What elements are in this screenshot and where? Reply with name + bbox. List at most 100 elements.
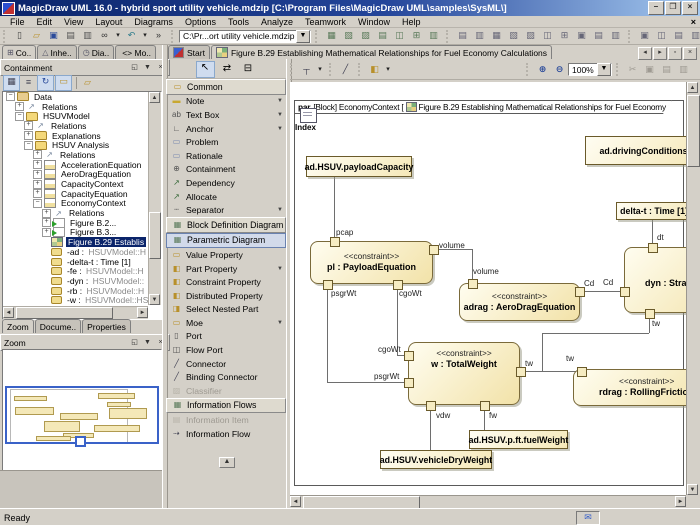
connector-segment[interactable] xyxy=(327,382,404,383)
palette-item-anchor[interactable]: ∟Anchor▼ xyxy=(166,122,286,136)
palette-item-connector[interactable]: ╱Connector xyxy=(166,357,286,371)
toolbar-icon[interactable]: ▤ xyxy=(591,29,606,43)
port-psgrwt-w[interactable] xyxy=(404,378,414,388)
node-driving-conditions[interactable]: ad.drivingConditions xyxy=(585,136,686,165)
refresh-icon[interactable]: ↻ xyxy=(37,75,54,91)
document-tab-figure-b29[interactable]: Figure B.29 Establishing Mathematical Re… xyxy=(211,45,552,59)
close-tab-icon[interactable]: × xyxy=(683,47,697,60)
open-specification-icon[interactable]: ▱ xyxy=(80,76,95,90)
select-cursor-icon[interactable]: ↖ xyxy=(196,61,215,78)
toolbar-icon[interactable]: ▣ xyxy=(574,29,589,43)
diagram-canvas[interactable]: par [Block] EconomyContext [ Figure B.29… xyxy=(290,82,686,495)
connector-segment[interactable] xyxy=(542,333,543,371)
toolbar-icon[interactable]: ▨ xyxy=(358,29,373,43)
lock-tool-icon[interactable]: ⊟ xyxy=(240,62,257,77)
dropdown-icon[interactable]: ▾ xyxy=(114,29,122,43)
menu-help[interactable]: Help xyxy=(396,17,427,27)
port-tw-rdrag[interactable] xyxy=(577,367,587,377)
message-icon[interactable]: ✉ xyxy=(576,511,600,525)
tree-item[interactable]: +↗Relations xyxy=(3,208,161,218)
connector-segment[interactable] xyxy=(649,317,650,333)
tree-toggle-icon[interactable]: + xyxy=(24,131,33,140)
port-dt-dyn[interactable] xyxy=(648,243,658,253)
tree-item[interactable]: Figure B.29 Establis xyxy=(3,237,161,247)
constraint-rdrag[interactable]: <<constraint>>rdrag : RollingFrictionEqu xyxy=(573,369,686,406)
palette-item-parametric-diagram[interactable]: ▦Parametric Diagram xyxy=(166,233,286,249)
pin-panel-icon[interactable]: ▼ xyxy=(142,63,153,73)
tree-toggle-icon[interactable]: + xyxy=(33,160,42,169)
palette-item-binding-connector[interactable]: ╱Binding Connector xyxy=(166,370,286,384)
palette-item-common[interactable]: ▭Common xyxy=(166,79,286,95)
sidebar-tab-dia[interactable]: ◷Dia.. xyxy=(78,45,114,59)
toolbar-icon[interactable]: ▨ xyxy=(523,29,538,43)
cut-icon[interactable]: ✂ xyxy=(625,63,640,77)
overflow-icon[interactable]: » xyxy=(151,29,166,43)
title-bar[interactable]: MagicDraw UML 16.0 - hybrid sport utilit… xyxy=(0,0,700,16)
tree-item[interactable]: −EconomyContext xyxy=(3,199,161,209)
palette-item-containment[interactable]: ⊕Containment xyxy=(166,163,286,177)
toolbar-icon[interactable]: ⊞ xyxy=(557,29,572,43)
expand-arrow-icon[interactable]: ▼ xyxy=(277,266,283,272)
new-file-icon[interactable]: ▯ xyxy=(12,29,27,43)
swap-tool-icon[interactable]: ⇄ xyxy=(219,62,236,77)
toolbar-icon[interactable]: ▧ xyxy=(506,29,521,43)
sidebar-tab-co[interactable]: ⊞Co.. xyxy=(2,45,36,59)
tree-item[interactable]: +Explanations xyxy=(3,131,161,141)
tree-toggle-icon[interactable]: + xyxy=(42,209,51,218)
port-vdw-w[interactable] xyxy=(426,401,436,411)
expand-arrow-icon[interactable]: ▼ xyxy=(277,320,283,326)
menu-teamwork[interactable]: Teamwork xyxy=(299,17,352,27)
canvas-vertical-scrollbar[interactable]: ▲ ▼ xyxy=(686,82,700,495)
tree-item[interactable]: +CapacityEquation xyxy=(3,189,161,199)
zoom-level-combo[interactable]: 100%▼ xyxy=(568,63,612,76)
minimap-viewport-handle[interactable] xyxy=(75,436,86,447)
palette-item-information-flow[interactable]: ⇢Information Flow xyxy=(166,427,286,441)
menu-edit[interactable]: Edit xyxy=(31,17,59,27)
toolbar-icon[interactable]: ▤ xyxy=(455,29,470,43)
tree-toggle-icon[interactable]: + xyxy=(42,218,51,227)
toolbar-icon[interactable]: ▥ xyxy=(688,29,700,43)
constraint-dyn[interactable]: <<dyn : Straightl xyxy=(624,247,686,313)
palette-item-part-property[interactable]: ◧Part Property▼ xyxy=(166,262,286,276)
expand-arrow-icon[interactable]: ▼ xyxy=(277,207,283,213)
expand-arrow-icon[interactable]: ▼ xyxy=(277,112,283,118)
toolbar-icon[interactable]: ▥ xyxy=(472,29,487,43)
combo-dropdown-icon[interactable]: ▼ xyxy=(296,30,310,43)
node-payload-capacity[interactable]: ad.HSUV.payloadCapacity xyxy=(306,156,412,177)
index-icon[interactable] xyxy=(300,108,317,123)
tree-toggle-icon[interactable]: + xyxy=(33,170,42,179)
tree-toggle-icon[interactable]: + xyxy=(15,102,24,111)
tree-item[interactable]: +↗Relations xyxy=(3,150,161,160)
port-cgowt-pl[interactable] xyxy=(393,280,403,290)
palette-item-text-box[interactable]: abText Box▼ xyxy=(166,108,286,122)
zoom-minimap[interactable] xyxy=(2,349,162,471)
document-tab-start[interactable]: Start xyxy=(168,45,210,59)
menu-tools[interactable]: Tools xyxy=(222,17,255,27)
tree-item[interactable]: +AccelerationEquation xyxy=(3,160,161,170)
connector-segment[interactable] xyxy=(397,355,404,356)
restore-button[interactable]: ❐ xyxy=(665,1,681,15)
zoom-in-icon[interactable]: ⊕ xyxy=(535,63,550,77)
palette-item-port[interactable]: ▯Port xyxy=(166,330,286,344)
canvas-horizontal-scrollbar[interactable]: ◄ ► xyxy=(290,495,686,509)
sidebar-tab-mo[interactable]: <> Mo.. xyxy=(115,45,156,59)
pin-panel-icon[interactable]: ▼ xyxy=(142,338,153,348)
toolbar-icon[interactable]: ▤ xyxy=(671,29,686,43)
connector-line-icon[interactable]: ╱ xyxy=(338,63,353,77)
palette-item-allocate[interactable]: ↗Allocate xyxy=(166,190,286,204)
menu-layout[interactable]: Layout xyxy=(89,17,128,27)
tree-item[interactable]: -ad : HSUVModel::H xyxy=(3,247,161,257)
paste-icon[interactable]: ▤ xyxy=(659,63,674,77)
toolbar-icon[interactable]: ▦ xyxy=(324,29,339,43)
port-cd-dyn[interactable] xyxy=(620,287,630,297)
tree-toggle-icon[interactable]: + xyxy=(33,189,42,198)
zoom-out-icon[interactable]: ⊖ xyxy=(552,63,567,77)
collapse-folder-icon[interactable]: ▭ xyxy=(55,75,72,91)
tree-item[interactable]: +AeroDragEquation xyxy=(3,170,161,180)
open-project-combo[interactable]: C:\Pr...ort utility vehicle.mdzip▼ xyxy=(179,30,311,43)
palette-item-rationale[interactable]: ▭Rationale xyxy=(166,149,286,163)
port-psgrwt-pl[interactable] xyxy=(323,280,333,290)
connector-segment[interactable] xyxy=(542,333,649,334)
connector-segment[interactable] xyxy=(327,288,328,382)
menu-file[interactable]: File xyxy=(4,17,31,27)
